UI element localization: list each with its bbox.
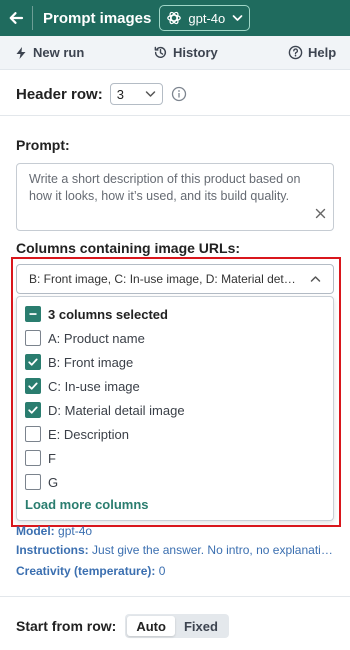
start-row-toggle: Auto Fixed <box>125 614 229 638</box>
column-option-e[interactable]: E: Description <box>25 422 129 446</box>
prompt-label: Prompt: <box>16 137 70 153</box>
checkbox[interactable] <box>25 450 41 466</box>
column-option-label: F <box>48 450 56 466</box>
creativity-setting[interactable]: Creativity (temperature): 0 <box>16 564 336 578</box>
info-icon[interactable] <box>171 86 187 102</box>
indeterminate-checkbox[interactable] <box>25 306 41 322</box>
column-option-label: D: Material detail image <box>48 402 185 418</box>
instructions-setting-label: Instructions: <box>16 543 89 557</box>
section-divider <box>0 596 350 597</box>
help-label: Help <box>308 45 337 60</box>
new-run-label: New run <box>33 45 85 60</box>
column-option-g[interactable]: G <box>25 470 58 494</box>
model-selector-label: gpt-4o <box>188 10 226 26</box>
column-option-c[interactable]: C: In-use image <box>25 374 140 398</box>
app-header: Prompt images gpt-4o <box>0 0 350 36</box>
start-row-fixed-option[interactable]: Fixed <box>175 616 227 636</box>
start-row-setting: Start from row: Auto Fixed <box>16 614 229 638</box>
creativity-setting-label: Creativity (temperature): <box>16 564 156 578</box>
column-option-f[interactable]: F <box>25 446 56 470</box>
prompt-textarea[interactable]: Write a short description of this produc… <box>16 163 334 231</box>
column-option-b[interactable]: B: Front image <box>25 350 133 374</box>
help-button[interactable]: Help <box>288 45 336 60</box>
image-columns-value: B: Front image, C: In-use image, D: Mate… <box>29 272 302 286</box>
column-option-label: C: In-use image <box>48 378 140 394</box>
header-row-setting: Header row: 3 <box>16 83 187 105</box>
chevron-up-icon <box>310 275 321 283</box>
toolbar: New run History Help <box>0 36 350 70</box>
creativity-setting-value: 0 <box>158 564 166 578</box>
checkbox[interactable] <box>25 330 41 346</box>
header-row-select[interactable]: 3 <box>109 83 163 105</box>
column-option-a[interactable]: A: Product name <box>25 326 145 350</box>
checkbox-checked[interactable] <box>25 354 41 370</box>
start-row-auto-option[interactable]: Auto <box>127 616 175 636</box>
new-run-button[interactable]: New run <box>14 45 84 60</box>
checkbox[interactable] <box>25 474 41 490</box>
history-label: History <box>173 45 218 60</box>
chevron-down-icon <box>145 91 155 97</box>
checkbox-checked[interactable] <box>25 402 41 418</box>
model-setting-label: Model: <box>16 524 55 538</box>
select-all-option[interactable]: 3 columns selected <box>25 302 168 326</box>
history-button[interactable]: History <box>153 45 218 60</box>
column-option-label: B: Front image <box>48 354 134 370</box>
checkmark-icon <box>28 406 38 414</box>
page-title: Prompt images <box>43 9 152 27</box>
header-divider <box>32 6 33 30</box>
image-columns-label: Columns containing image URLs: <box>16 240 241 256</box>
checkmark-icon <box>28 382 38 390</box>
selection-summary: 3 columns selected <box>48 306 168 322</box>
column-option-label: A: Product name <box>48 330 145 346</box>
section-divider <box>0 115 350 116</box>
prompt-text: Write a short description of this produc… <box>29 172 301 203</box>
chevron-down-icon <box>232 14 243 22</box>
header-row-label: Header row: <box>16 85 103 103</box>
checkbox[interactable] <box>25 426 41 442</box>
column-option-label: G <box>48 474 59 490</box>
column-option-label: E: Description <box>48 426 129 442</box>
start-row-label: Start from row: <box>16 618 117 634</box>
arrow-left-icon <box>9 12 24 24</box>
image-columns-dropdown: 3 columns selected A: Product name B: Fr… <box>16 296 334 521</box>
image-columns-select[interactable]: B: Front image, C: In-use image, D: Mate… <box>16 264 334 294</box>
load-more-columns-link[interactable]: Load more columns <box>25 497 149 512</box>
bolt-icon <box>16 46 26 59</box>
checkmark-icon <box>28 358 38 366</box>
header-row-value: 3 <box>116 86 124 102</box>
history-icon <box>154 46 167 59</box>
model-setting-value: gpt-4o <box>58 524 93 538</box>
instructions-setting[interactable]: Instructions: Just give the answer. No i… <box>16 543 336 557</box>
model-selector[interactable]: gpt-4o <box>159 5 251 31</box>
instructions-setting-value: Just give the answer. No intro, no expla… <box>92 543 336 557</box>
column-option-d[interactable]: D: Material detail image <box>25 398 185 422</box>
back-button[interactable] <box>0 0 32 36</box>
clear-icon[interactable] <box>315 207 326 224</box>
model-setting[interactable]: Model: gpt-4o <box>16 524 336 538</box>
openai-icon <box>166 10 182 26</box>
checkbox-checked[interactable] <box>25 378 41 394</box>
help-icon <box>288 45 303 60</box>
